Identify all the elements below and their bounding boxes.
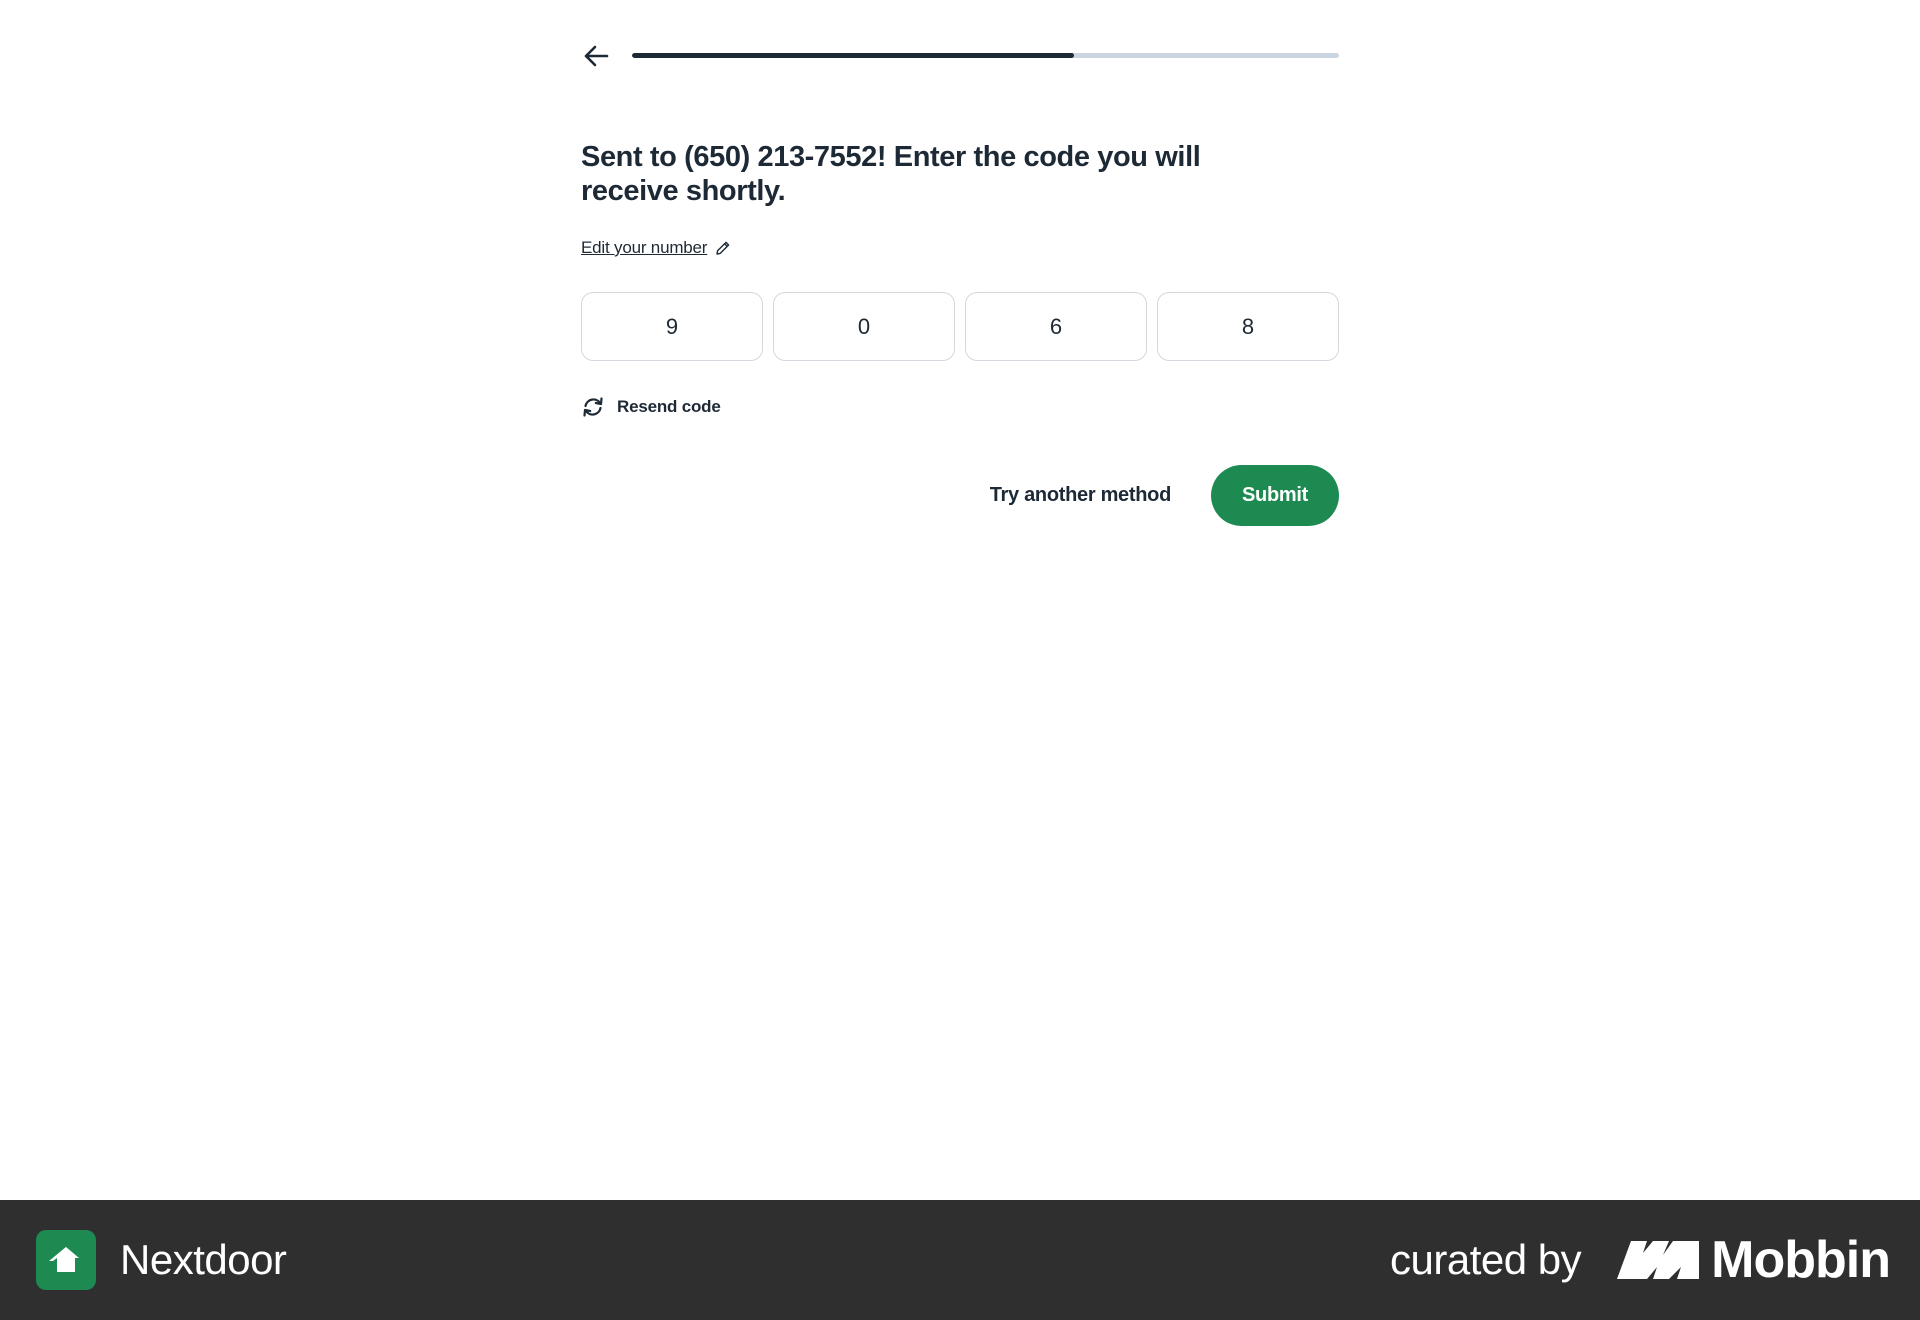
code-digit-input[interactable]: 6: [965, 292, 1147, 361]
code-digit-input[interactable]: 0: [773, 292, 955, 361]
arrow-left-icon: [584, 45, 609, 67]
mobbin-logo-icon: [1617, 1241, 1700, 1279]
code-digit-input[interactable]: 8: [1157, 292, 1339, 361]
edit-number-label: Edit your number: [581, 238, 708, 257]
back-button[interactable]: [581, 37, 611, 75]
mobbin-name: Mobbin: [1711, 1231, 1891, 1289]
nextdoor-house-icon: [36, 1230, 96, 1290]
mobbin-brand: Mobbin: [1617, 1230, 1891, 1290]
app-brand: Nextdoor: [36, 1230, 287, 1290]
action-buttons: Try another method Submit: [990, 465, 1339, 526]
edit-number-link[interactable]: Edit your number: [581, 238, 731, 258]
refresh-icon: [583, 397, 603, 417]
resend-code-label: Resend code: [617, 397, 721, 416]
code-digit-input[interactable]: 9: [581, 292, 763, 361]
resend-code-button[interactable]: Resend code: [581, 395, 721, 419]
progress-bar-fill: [632, 53, 1074, 58]
progress-bar: [632, 53, 1339, 58]
footer-bar: Nextdoor curated by Mobbin: [0, 1200, 1920, 1320]
pencil-icon: [716, 241, 730, 255]
try-another-method-button[interactable]: Try another method: [990, 484, 1172, 507]
verification-code-inputs: 9068: [581, 292, 1339, 361]
curated-credit: curated by Mobbin: [1390, 1230, 1891, 1290]
submit-button[interactable]: Submit: [1211, 465, 1339, 526]
page-title: Sent to (650) 213-7552! Enter the code y…: [581, 141, 1201, 207]
house-glyph: [49, 1247, 79, 1272]
app-name: Nextdoor: [120, 1236, 287, 1283]
curated-by-label: curated by: [1390, 1236, 1582, 1283]
